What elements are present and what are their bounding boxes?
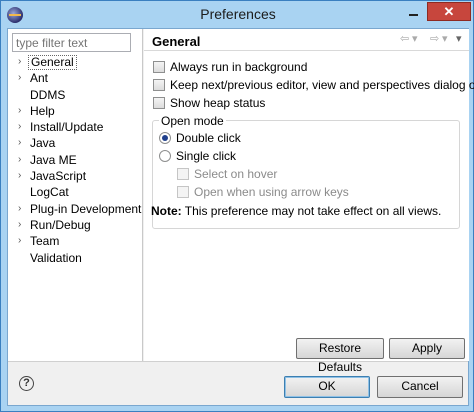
preferences-window: Preferences ✕ › General › Ant DDMS › Help ›… bbox=[0, 0, 474, 412]
ok-button[interactable]: OK bbox=[284, 376, 370, 398]
tree-item-label: Help bbox=[30, 103, 55, 118]
page-note: Note: This preference may not take effec… bbox=[151, 204, 441, 218]
chevron-right-icon[interactable]: › bbox=[18, 168, 21, 184]
checkbox-box[interactable] bbox=[153, 97, 165, 109]
tree-item-team[interactable]: › Team bbox=[8, 233, 142, 249]
chevron-right-icon[interactable]: › bbox=[18, 119, 21, 135]
cancel-button[interactable]: Cancel bbox=[377, 376, 463, 398]
tree-item-label: DDMS bbox=[30, 87, 66, 102]
minimize-button[interactable] bbox=[399, 2, 427, 21]
checkbox-label: Keep next/previous editor, view and pers… bbox=[170, 78, 474, 92]
note-text: This preference may not take effect on a… bbox=[184, 204, 442, 218]
chevron-right-icon[interactable]: › bbox=[18, 201, 21, 217]
select-on-hover-checkbox[interactable]: Select on hover bbox=[177, 166, 277, 182]
tree-item-run-debug[interactable]: › Run/Debug bbox=[8, 217, 142, 233]
tree-item-java[interactable]: › Java bbox=[8, 135, 142, 151]
tree-item-label: Install/Update bbox=[30, 120, 104, 135]
tree-item-general[interactable]: › General bbox=[8, 54, 142, 70]
close-icon: ✕ bbox=[443, 3, 455, 19]
tree-item-label: Java ME bbox=[30, 152, 77, 167]
tree-item-label: Ant bbox=[30, 71, 49, 86]
tree-item-logcat[interactable]: LogCat bbox=[8, 184, 142, 200]
open-mode-label: Open mode bbox=[159, 114, 226, 128]
radio-circle[interactable] bbox=[159, 132, 171, 144]
radio-label: Single click bbox=[176, 149, 237, 163]
single-click-radio[interactable]: Single click bbox=[159, 148, 236, 164]
tree-item-javascript[interactable]: › JavaScript bbox=[8, 168, 142, 184]
checkbox-box[interactable] bbox=[177, 186, 189, 198]
chevron-right-icon[interactable]: › bbox=[18, 70, 21, 86]
show-heap-status-checkbox[interactable]: Show heap status bbox=[153, 95, 265, 111]
dialog-client-area: › General › Ant DDMS › Help › Install/Update… bbox=[7, 28, 474, 406]
page-title: General bbox=[152, 34, 201, 49]
tree-item-label: JavaScript bbox=[30, 169, 87, 184]
minimize-icon bbox=[408, 13, 418, 16]
tree-item-install-update[interactable]: › Install/Update bbox=[8, 119, 142, 135]
preference-tree-pane: › General › Ant DDMS › Help › Install/Update… bbox=[8, 29, 143, 361]
checkbox-label: Select on hover bbox=[194, 167, 278, 181]
tree-item-label: Run/Debug bbox=[30, 217, 91, 232]
chevron-right-icon[interactable]: › bbox=[18, 54, 21, 70]
tree-item-label: Team bbox=[30, 234, 60, 249]
tree-item-ddms[interactable]: DDMS bbox=[8, 87, 142, 103]
note-label: Note: bbox=[151, 204, 182, 218]
tree-item-label: Plug-in Development bbox=[30, 201, 142, 216]
keep-next-previous-checkbox[interactable]: Keep next/previous editor, view and pers… bbox=[153, 77, 474, 93]
chevron-right-icon[interactable]: › bbox=[18, 152, 21, 168]
tree-item-label: General bbox=[28, 55, 77, 70]
checkbox-label: Always run in background bbox=[170, 60, 308, 74]
open-arrow-keys-checkbox[interactable]: Open when using arrow keys bbox=[177, 184, 349, 200]
checkbox-box[interactable] bbox=[153, 79, 165, 91]
preference-tree: › General › Ant DDMS › Help › Install/Update… bbox=[8, 54, 142, 266]
filter-input[interactable] bbox=[12, 33, 131, 52]
close-button[interactable]: ✕ bbox=[427, 2, 471, 21]
tree-item-java-me[interactable]: › Java ME bbox=[8, 152, 142, 168]
help-icon[interactable]: ? bbox=[19, 376, 34, 391]
tree-item-validation[interactable]: Validation bbox=[8, 250, 142, 266]
forward-arrow-icon[interactable]: ⇨ bbox=[430, 32, 439, 45]
page-header: General ⇦ ▾ ⇨ ▾ ▾ bbox=[144, 29, 469, 51]
view-menu-icon[interactable]: ▾ bbox=[456, 32, 462, 45]
radio-circle[interactable] bbox=[159, 150, 171, 162]
tree-item-label: LogCat bbox=[30, 185, 69, 200]
checkbox-box[interactable] bbox=[153, 61, 165, 73]
forward-dropdown-icon[interactable]: ▾ bbox=[442, 32, 448, 45]
back-dropdown-icon[interactable]: ▾ bbox=[412, 32, 418, 45]
chevron-right-icon[interactable]: › bbox=[18, 103, 21, 119]
tree-item-ant[interactable]: › Ant bbox=[8, 70, 142, 86]
tree-item-label: Validation bbox=[30, 250, 82, 265]
radio-label: Double click bbox=[176, 131, 241, 145]
always-run-background-checkbox[interactable]: Always run in background bbox=[153, 59, 307, 75]
title-bar[interactable]: Preferences ✕ bbox=[1, 1, 473, 28]
checkbox-box[interactable] bbox=[177, 168, 189, 180]
back-arrow-icon[interactable]: ⇦ bbox=[400, 32, 409, 45]
tree-item-label: Java bbox=[30, 136, 56, 151]
chevron-right-icon[interactable]: › bbox=[18, 217, 21, 233]
checkbox-label: Show heap status bbox=[170, 96, 266, 110]
double-click-radio[interactable]: Double click bbox=[159, 130, 241, 146]
tree-item-plugin-development[interactable]: › Plug-in Development bbox=[8, 201, 142, 217]
preference-page: General ⇦ ▾ ⇨ ▾ ▾ Always run in backgrou… bbox=[144, 29, 474, 374]
apply-button[interactable]: Apply bbox=[389, 338, 465, 359]
chevron-right-icon[interactable]: › bbox=[18, 135, 21, 151]
button-bar-divider bbox=[8, 361, 468, 362]
checkbox-label: Open when using arrow keys bbox=[194, 185, 349, 199]
tree-item-help[interactable]: › Help bbox=[8, 103, 142, 119]
restore-defaults-button[interactable]: Restore Defaults bbox=[296, 338, 384, 374]
chevron-right-icon[interactable]: › bbox=[18, 233, 21, 249]
